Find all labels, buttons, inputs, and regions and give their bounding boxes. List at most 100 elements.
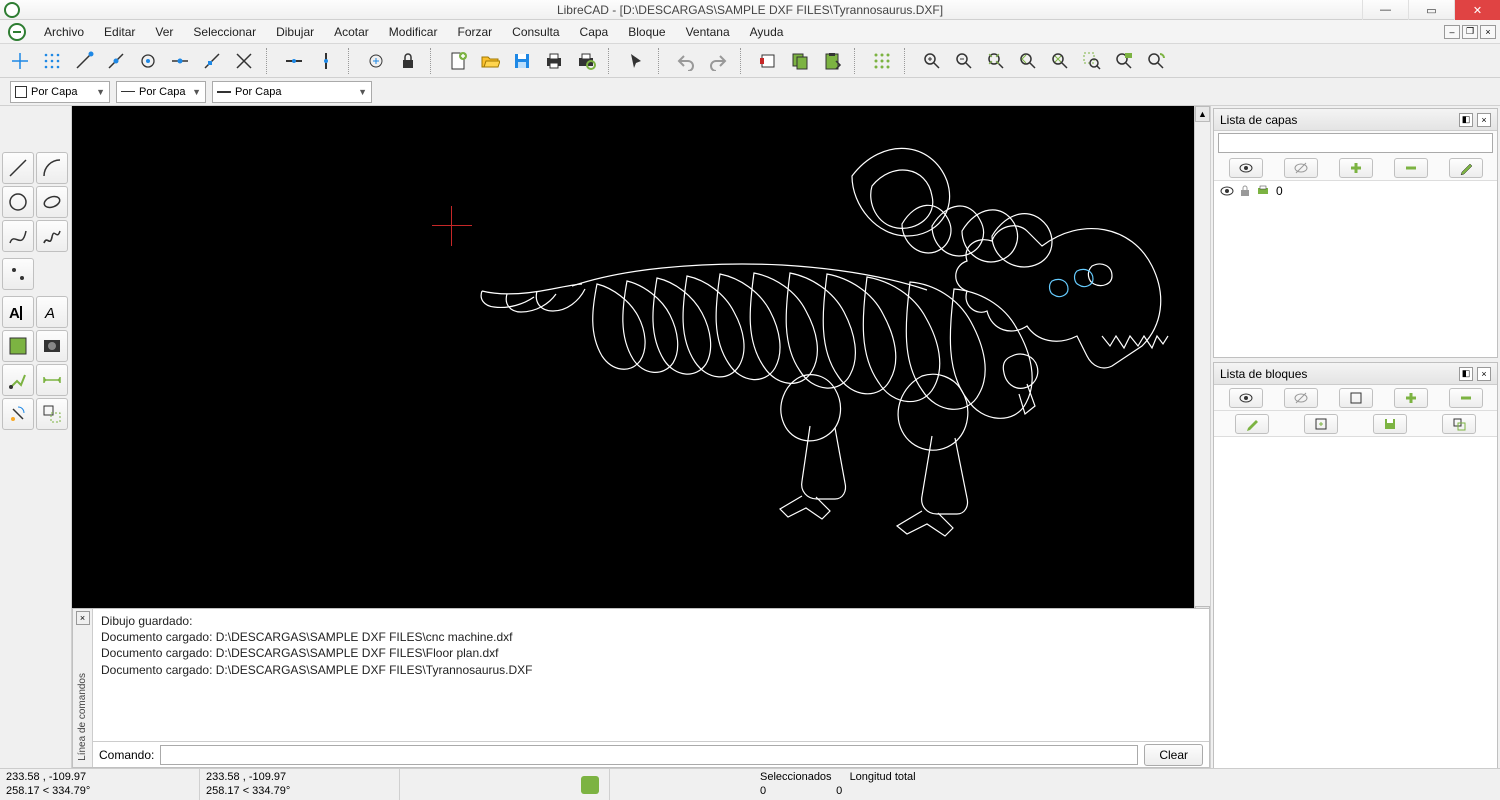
blocks-list[interactable]: [1214, 437, 1497, 797]
app-menu-icon[interactable]: [8, 23, 26, 41]
block-insert-button[interactable]: [1442, 414, 1476, 434]
zoom-out-button[interactable]: [950, 47, 978, 75]
copy-button[interactable]: [786, 47, 814, 75]
layer-row[interactable]: 0: [1214, 181, 1497, 201]
vertical-scrollbar[interactable]: ▲ ▼: [1194, 106, 1210, 622]
window-maximize-button[interactable]: ▭: [1408, 0, 1454, 20]
linetype-combo[interactable]: Por Capa ▼: [116, 81, 206, 103]
tool-info-button[interactable]: [2, 398, 34, 430]
block-rename-button[interactable]: [1235, 414, 1269, 434]
tool-point-button[interactable]: [2, 258, 34, 290]
panel-close-button[interactable]: ×: [1477, 113, 1491, 127]
scrollbar-track[interactable]: [1195, 122, 1210, 606]
window-close-button[interactable]: ✕: [1454, 0, 1500, 20]
color-combo[interactable]: Por Capa ▼: [10, 81, 110, 103]
snap-distance-button[interactable]: [198, 47, 226, 75]
set-relative-zero-button[interactable]: [362, 47, 390, 75]
save-file-button[interactable]: [508, 47, 536, 75]
print-preview-button[interactable]: [572, 47, 600, 75]
menu-forzar[interactable]: Forzar: [449, 23, 500, 41]
layers-list[interactable]: 0: [1214, 181, 1497, 357]
block-hide-all-button[interactable]: [1284, 388, 1318, 408]
tool-dimension-button[interactable]: [36, 364, 68, 396]
tool-polyline-button[interactable]: [36, 220, 68, 252]
tool-block-button[interactable]: [36, 398, 68, 430]
block-edit-button[interactable]: [1304, 414, 1338, 434]
tool-spline-button[interactable]: [2, 220, 34, 252]
layer-add-button[interactable]: [1339, 158, 1373, 178]
tool-text-button[interactable]: A: [2, 296, 34, 328]
panel-float-button[interactable]: ◧: [1459, 113, 1473, 127]
restrict-horizontal-button[interactable]: [280, 47, 308, 75]
layer-hide-all-button[interactable]: [1284, 158, 1318, 178]
mdi-close-button[interactable]: ×: [1480, 25, 1496, 39]
layer-show-all-button[interactable]: [1229, 158, 1263, 178]
tool-ellipse-button[interactable]: [36, 186, 68, 218]
zoom-pan-button[interactable]: [1110, 47, 1138, 75]
mdi-restore-button[interactable]: ❐: [1462, 25, 1478, 39]
menu-consulta[interactable]: Consulta: [504, 23, 567, 41]
tool-mtext-button[interactable]: A: [36, 296, 68, 328]
menu-seleccionar[interactable]: Seleccionar: [185, 23, 264, 41]
zoom-selection-button[interactable]: [1142, 47, 1170, 75]
lineweight-combo[interactable]: Por Capa ▼: [212, 81, 372, 103]
block-create-button[interactable]: [1339, 388, 1373, 408]
tool-image-button[interactable]: [36, 330, 68, 362]
snap-grid-button[interactable]: [38, 47, 66, 75]
layer-remove-button[interactable]: [1394, 158, 1428, 178]
menu-bloque[interactable]: Bloque: [620, 23, 673, 41]
block-show-all-button[interactable]: [1229, 388, 1263, 408]
lock-relative-zero-button[interactable]: [394, 47, 422, 75]
tool-circle-button[interactable]: [2, 186, 34, 218]
menu-modificar[interactable]: Modificar: [381, 23, 446, 41]
zoom-in-button[interactable]: [918, 47, 946, 75]
snap-free-button[interactable]: [6, 47, 34, 75]
lock-icon[interactable]: [1240, 185, 1250, 197]
window-minimize-button[interactable]: —: [1362, 0, 1408, 20]
menu-acotar[interactable]: Acotar: [326, 23, 377, 41]
command-clear-button[interactable]: Clear: [1144, 744, 1203, 766]
undo-button[interactable]: [672, 47, 700, 75]
panel-float-button[interactable]: ◧: [1459, 367, 1473, 381]
command-panel-close-button[interactable]: ×: [76, 611, 90, 625]
snap-middle-button[interactable]: [166, 47, 194, 75]
new-file-button[interactable]: [444, 47, 472, 75]
zoom-window-button[interactable]: [1078, 47, 1106, 75]
drawing-canvas[interactable]: [72, 106, 1194, 622]
block-remove-button[interactable]: [1449, 388, 1483, 408]
command-log[interactable]: Dibujo guardado: Documento cargado: D:\D…: [93, 609, 1209, 741]
tool-hatch-button[interactable]: [2, 330, 34, 362]
snap-on-entity-button[interactable]: [102, 47, 130, 75]
menu-dibujar[interactable]: Dibujar: [268, 23, 322, 41]
layer-filter-input[interactable]: [1218, 133, 1493, 153]
command-input[interactable]: [160, 745, 1138, 765]
print-button[interactable]: [540, 47, 568, 75]
menu-ver[interactable]: Ver: [147, 23, 181, 41]
snap-center-button[interactable]: [134, 47, 162, 75]
menu-capa[interactable]: Capa: [572, 23, 617, 41]
block-add-button[interactable]: [1394, 388, 1428, 408]
open-file-button[interactable]: [476, 47, 504, 75]
tool-modify-button[interactable]: [2, 364, 34, 396]
cut-button[interactable]: [754, 47, 782, 75]
zoom-redraw-button[interactable]: [1046, 47, 1074, 75]
eye-icon[interactable]: [1220, 186, 1234, 196]
panel-close-button[interactable]: ×: [1477, 367, 1491, 381]
snap-endpoint-button[interactable]: [70, 47, 98, 75]
menu-ayuda[interactable]: Ayuda: [742, 23, 792, 41]
pointer-button[interactable]: [622, 47, 650, 75]
grid-toggle-button[interactable]: [868, 47, 896, 75]
snap-intersection-button[interactable]: [230, 47, 258, 75]
zoom-auto-button[interactable]: [982, 47, 1010, 75]
restrict-vertical-button[interactable]: [312, 47, 340, 75]
menu-ventana[interactable]: Ventana: [678, 23, 738, 41]
menu-editar[interactable]: Editar: [96, 23, 143, 41]
print-icon[interactable]: [1256, 185, 1270, 197]
menu-archivo[interactable]: Archivo: [36, 23, 92, 41]
redo-button[interactable]: [704, 47, 732, 75]
tool-arc-button[interactable]: [36, 152, 68, 184]
layer-edit-button[interactable]: [1449, 158, 1483, 178]
scroll-up-button[interactable]: ▲: [1195, 106, 1210, 122]
paste-button[interactable]: [818, 47, 846, 75]
block-save-button[interactable]: [1373, 414, 1407, 434]
